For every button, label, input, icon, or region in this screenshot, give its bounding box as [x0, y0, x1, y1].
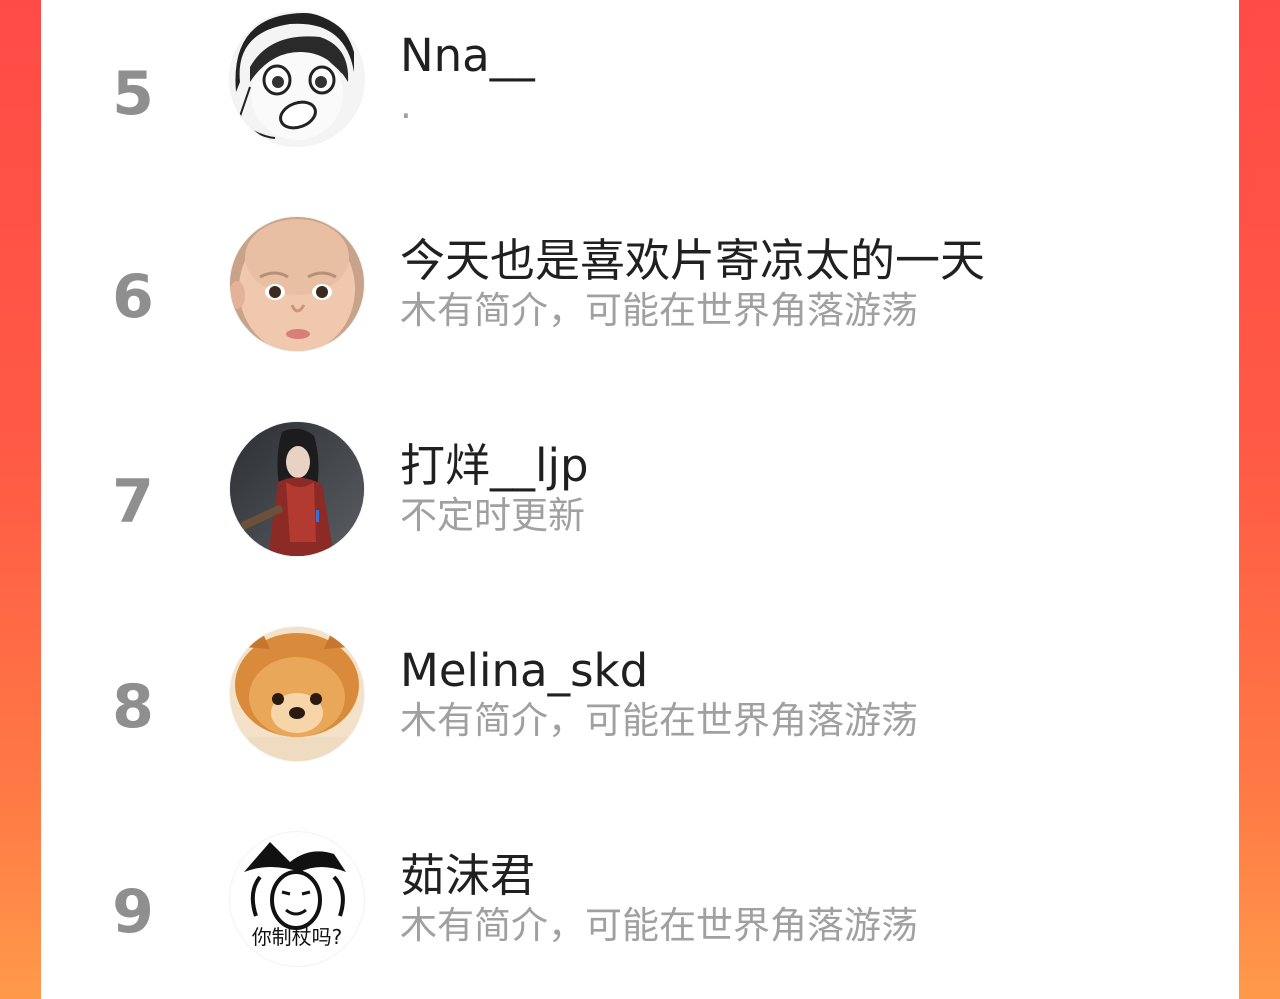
list-item[interactable]: 7 打烊__ljp 不定时更新: [41, 412, 1239, 556]
user-name: Melina_skd: [400, 644, 649, 697]
manga-girl-avatar-icon[interactable]: [230, 12, 364, 146]
rank-number: 9: [112, 877, 154, 947]
meme-wizard-avatar-icon[interactable]: 你制杖吗?: [230, 832, 364, 966]
list-item[interactable]: 9 你制杖吗? 茹沫君 木有简介，可能在世界角落游荡: [41, 822, 1239, 966]
user-name: 今天也是喜欢片寄凉太的一天: [400, 234, 986, 287]
baby-face-avatar-icon[interactable]: [230, 217, 364, 351]
rank-number: 7: [112, 467, 154, 537]
user-bio: .: [400, 84, 412, 127]
rank-number: 6: [112, 262, 154, 332]
pomeranian-dog-avatar-icon[interactable]: [230, 627, 364, 761]
ranking-list-panel: 5 Nna__ . 6 今天也是喜欢片寄凉太的一天 木有简介，可能在世界角落游荡…: [41, 0, 1239, 999]
user-bio: 不定时更新: [400, 494, 585, 537]
list-item[interactable]: 6 今天也是喜欢片寄凉太的一天 木有简介，可能在世界角落游荡: [41, 207, 1239, 351]
user-name: 打烊__ljp: [400, 439, 589, 492]
user-name: 茹沫君: [400, 849, 536, 902]
user-bio: 木有简介，可能在世界角落游荡: [400, 699, 918, 742]
rank-number: 8: [112, 672, 154, 742]
red-scarf-figure-avatar-icon[interactable]: [230, 422, 364, 556]
rank-number: 5: [112, 59, 154, 129]
user-bio: 木有简介，可能在世界角落游荡: [400, 289, 918, 332]
avatar-caption: 你制杖吗?: [252, 925, 343, 949]
list-item[interactable]: 5 Nna__ .: [41, 2, 1239, 146]
user-name: Nna__: [400, 29, 535, 82]
user-bio: 木有简介，可能在世界角落游荡: [400, 904, 918, 947]
list-item[interactable]: 8 Melina_skd 木有简介，可能在世界角落游荡: [41, 617, 1239, 761]
